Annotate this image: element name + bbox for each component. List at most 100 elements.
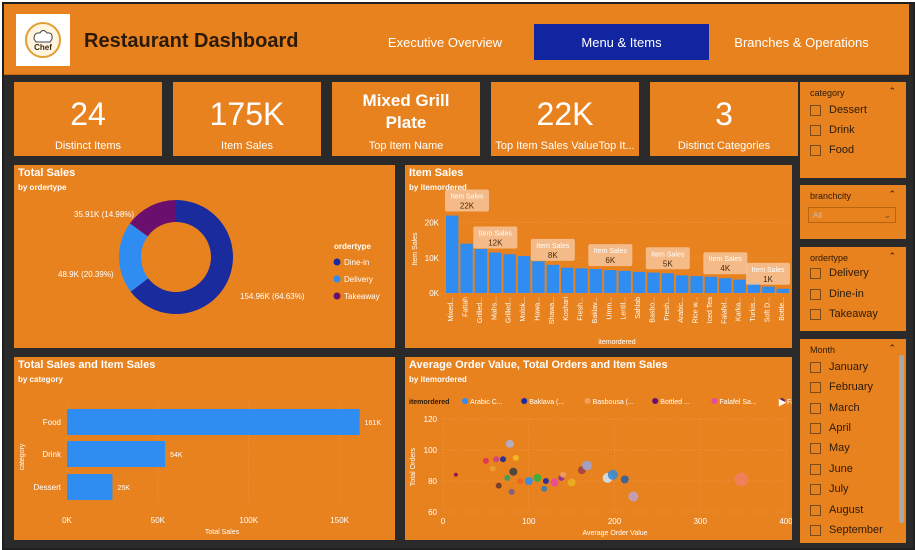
x-tick-label: Molok... [520,297,527,322]
chef-logo: Chef [16,14,70,66]
data-label-name: Item Sales [709,256,743,263]
slicer-option-may[interactable]: May [810,442,850,454]
kpi-value: 175K [209,96,285,132]
slicer-option-march[interactable]: March [810,402,860,414]
x-tick-label: Basbo... [649,297,656,323]
x-tick-label: Shawa... [549,297,556,324]
tab-branches-operations[interactable]: Branches & Operations [719,24,884,60]
slicer-option-dessert[interactable]: Dessert [810,104,867,116]
scatter-point [560,471,567,478]
month-scrollbar[interactable] [899,355,904,523]
slicer-option-july[interactable]: July [810,483,849,495]
checkbox[interactable] [810,381,821,393]
chevron-up-icon[interactable]: ⌃ [888,251,896,262]
x-tick-label: Grilled... [506,297,513,323]
checkbox[interactable] [810,361,821,373]
kpi-label: Item Sales [221,140,273,152]
slicer-option-september[interactable]: September [810,524,883,536]
bar [503,254,516,293]
checkbox[interactable] [810,124,821,136]
tab-menu-items[interactable]: Menu & Items [534,24,709,60]
slicer-title: Month [810,345,836,355]
x-tick-label: Grilled... [477,297,484,323]
option-label: July [829,483,849,495]
data-label-name: Item Sales [651,251,685,258]
slicer-option-drink[interactable]: Drink [810,124,855,136]
kpi-item-sales: 175K Item Sales [173,82,321,156]
slicer-option-january[interactable]: January [810,361,868,373]
kpi-distinct-items: 24 Distinct Items [14,82,162,156]
x-tick-label: Baklav... [592,297,599,323]
scatter-point [495,482,502,489]
legend-label: Bottled ... [660,399,690,406]
checkbox[interactable] [810,267,821,279]
kpi-value: 3 [715,96,733,132]
option-label: August [829,504,864,516]
scatter-point [542,478,549,484]
slicer-option-delivery[interactable]: Delivery [810,267,869,279]
scatter-point [524,477,533,485]
chevron-down-icon[interactable]: ⌄ [883,210,891,221]
x-tick-label: 50K [151,516,166,525]
data-label-value: 1K [763,275,773,284]
x-tick-label: Umm... [606,297,613,320]
checkbox[interactable] [810,524,821,536]
checkbox[interactable] [810,442,821,454]
bar [489,252,502,293]
data-label-value: 4K [720,264,730,273]
bar [589,269,603,293]
chevron-up-icon[interactable]: ⌃ [888,343,896,354]
bar [532,261,545,293]
tab-executive-overview[interactable]: Executive Overview [360,24,530,60]
data-label-name: Item Sales [594,248,628,255]
chevron-up-icon[interactable]: ⌃ [888,189,896,200]
x-tick-label: Mahs... [491,297,498,320]
checkbox[interactable] [810,402,821,414]
checkbox[interactable] [810,144,821,156]
legend-label: Takeaway [344,292,380,301]
bar [661,273,674,293]
checkbox[interactable] [810,308,821,320]
legend-marker [333,275,341,283]
category-bar-chart: 0K 50K 100K 150K Food 161K Drink 54K Dessert 25K c… [19,402,382,536]
x-tick-label: Falafel... [721,297,728,324]
slicer-option-takeaway[interactable]: Takeaway [810,308,878,320]
scatter-point [550,478,559,487]
checkbox[interactable] [810,504,821,516]
slicer-option-dine-in[interactable]: Dine-in [810,288,864,300]
kpi-top-item-name: Mixed Grill Plate Top Item Name [332,82,480,156]
bar [561,267,574,293]
checkbox[interactable] [810,422,821,434]
value-label: 161K [365,420,382,427]
y-tick-label: 100 [424,446,438,455]
legend-title: itemordered [409,399,449,406]
chevron-up-icon[interactable]: ⌃ [888,86,896,97]
slicer-option-food[interactable]: Food [810,144,854,156]
scatter-point [607,469,618,480]
checkbox[interactable] [810,463,821,475]
x-tick-label: Koshari [563,297,570,321]
checkbox[interactable] [810,483,821,495]
kpi-label: Top Item Name [368,140,444,152]
y-tick-label: 20K [425,219,440,228]
x-tick-label: Fattah [463,297,470,317]
y-axis-label: Total Orders [410,447,417,486]
aov-scatter-chart: itemordered Arabic C... Baklava (... Basbou… [409,397,792,537]
slicer-option-august[interactable]: August [810,504,863,516]
option-label: May [829,442,850,454]
slicer-option-june[interactable]: June [810,463,853,475]
legend-marker [584,398,591,404]
option-label: April [829,422,852,434]
bar [67,409,360,435]
branchcity-dropdown[interactable]: All ⌄ [808,207,896,223]
total-sales-donut-card: Total Sales by ordertype 154.96K (64.63%… [14,165,395,348]
x-axis-label: Average Order Value [582,530,647,537]
option-label: Dessert [829,104,867,116]
checkbox[interactable] [810,104,821,116]
legend-title: ordertype [334,242,371,251]
legend-marker [333,292,341,300]
slicer-option-february[interactable]: February [810,381,873,393]
checkbox[interactable] [810,288,821,300]
data-label-value: 22K [460,202,475,211]
slicer-option-april[interactable]: April [810,422,851,434]
